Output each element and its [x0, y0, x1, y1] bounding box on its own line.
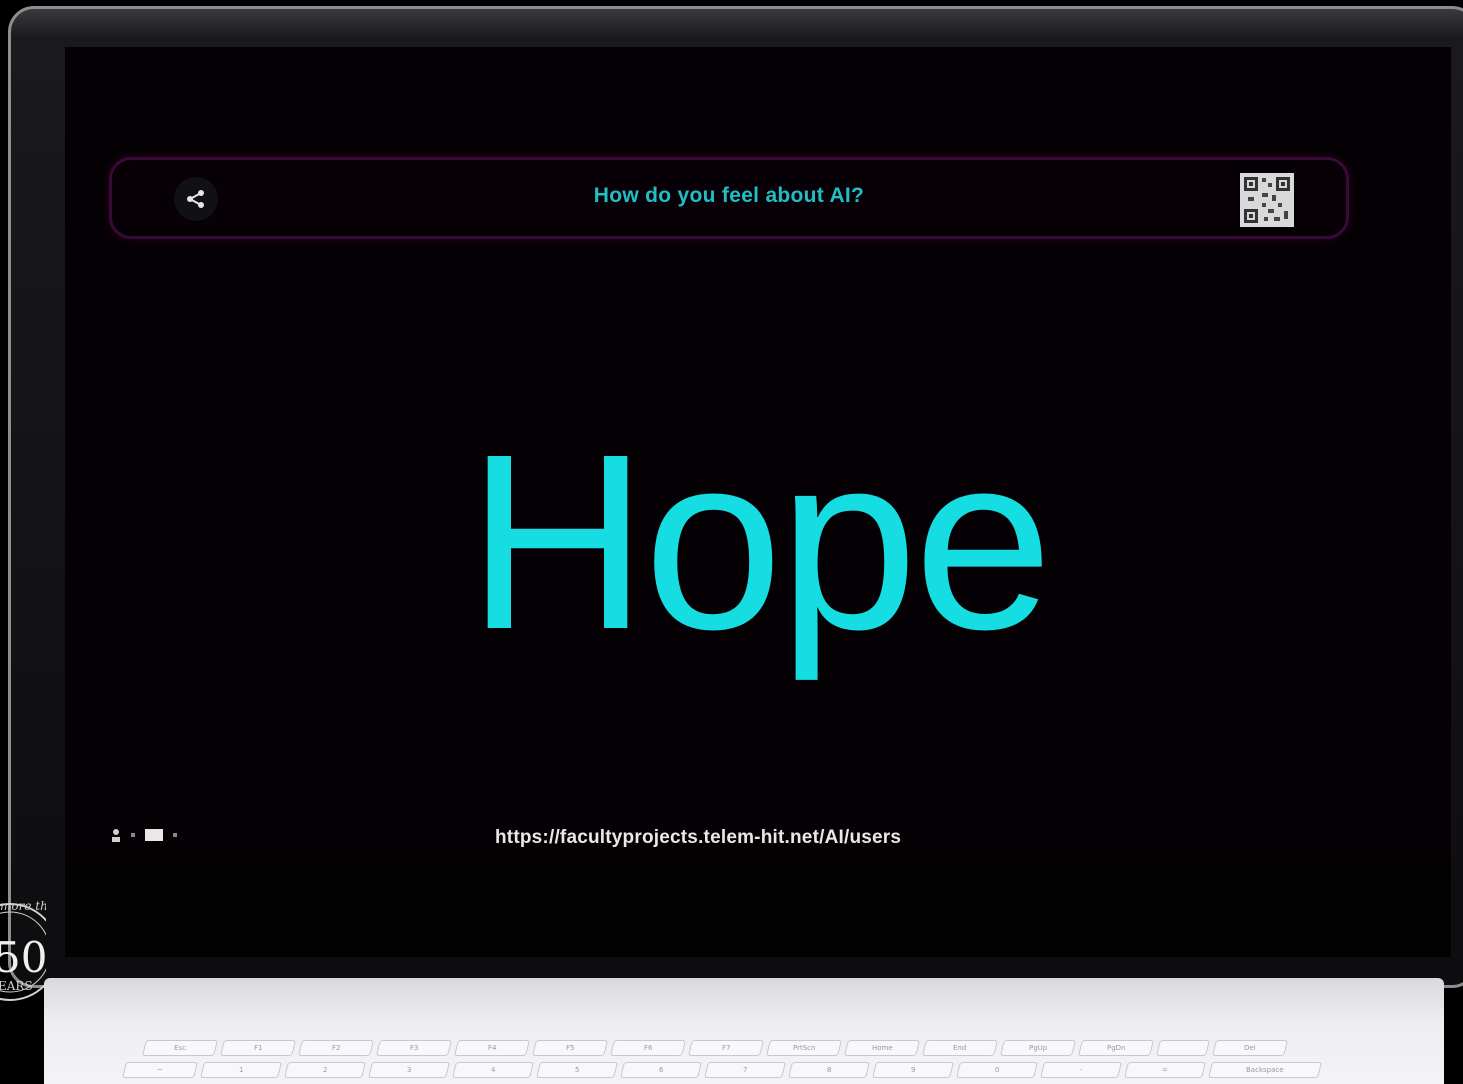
keyboard-key[interactable] — [1156, 1040, 1210, 1056]
keyboard-key[interactable]: End — [922, 1040, 998, 1056]
dot-separator — [131, 833, 135, 837]
footer-controls — [109, 827, 177, 843]
svg-text:50: 50 — [0, 933, 46, 982]
qr-code-icon — [1240, 173, 1294, 227]
keyboard-key[interactable]: - — [1040, 1062, 1122, 1078]
keyboard-key[interactable]: Backspace — [1208, 1062, 1322, 1078]
screen-icon[interactable] — [143, 827, 165, 843]
logo-icon: more th 50 EARS — [0, 899, 59, 1001]
main-word: Hope — [467, 402, 1053, 681]
keyboard-key[interactable]: 8 — [788, 1062, 870, 1078]
keyboard-key[interactable]: 5 — [536, 1062, 618, 1078]
keyboard-function-row: Esc F1 F2 F3 F4 F5 F6 F7 PrtScn Home End PgUp PgDn De… — [142, 1040, 1288, 1056]
keyboard-key[interactable]: 0 — [956, 1062, 1038, 1078]
keyboard-key[interactable]: PgDn — [1078, 1040, 1154, 1056]
keyboard-key[interactable]: F3 — [376, 1040, 452, 1056]
dot-separator — [173, 833, 177, 837]
anniversary-logo: more th 50 EARS — [0, 880, 59, 1030]
keyboard-key[interactable]: F6 — [610, 1040, 686, 1056]
page-title: How do you feel about AI? — [593, 184, 865, 207]
qr-code-button[interactable] — [1240, 173, 1294, 227]
screen-shade — [65, 862, 1451, 957]
keyboard-key[interactable]: F1 — [220, 1040, 296, 1056]
laptop-bezel: How do you feel about AI? Hope https://f… — [8, 6, 1463, 988]
keyboard-key[interactable]: = — [1124, 1062, 1206, 1078]
keyboard-key[interactable]: ~ — [122, 1062, 198, 1078]
footer-url[interactable]: https://facultyprojects.telem-hit.net/AI… — [495, 827, 901, 849]
keyboard-key[interactable]: 3 — [368, 1062, 450, 1078]
app-screen: How do you feel about AI? Hope https://f… — [65, 47, 1451, 957]
keyboard-key[interactable]: 9 — [872, 1062, 954, 1078]
keyboard-key[interactable]: PgUp — [1000, 1040, 1076, 1056]
keyboard-key[interactable]: 1 — [200, 1062, 282, 1078]
keyboard-key[interactable]: Esc — [142, 1040, 218, 1056]
keyboard-deck: Esc F1 F2 F3 F4 F5 F6 F7 PrtScn Home End PgUp PgDn De… — [44, 978, 1444, 1084]
keyboard-key[interactable]: PrtScn — [766, 1040, 842, 1056]
keyboard-key[interactable]: Home — [844, 1040, 920, 1056]
keyboard-key[interactable]: 6 — [620, 1062, 702, 1078]
svg-text:EARS: EARS — [0, 979, 33, 993]
keyboard-number-row: ~1 2 3 4 5 6 7 8 9 0- = Backspace — [122, 1062, 1322, 1078]
header-bar: How do you feel about AI? — [109, 157, 1349, 239]
svg-text:more th: more th — [0, 899, 46, 913]
keyboard-key[interactable]: F5 — [532, 1040, 608, 1056]
keyboard-key[interactable]: F4 — [454, 1040, 530, 1056]
keyboard-key[interactable]: F2 — [298, 1040, 374, 1056]
person-icon[interactable] — [109, 827, 123, 843]
keyboard-key[interactable]: 7 — [704, 1062, 786, 1078]
keyboard-key[interactable]: 2 — [284, 1062, 366, 1078]
keyboard-key[interactable]: Del — [1212, 1040, 1288, 1056]
keyboard-key[interactable]: 4 — [452, 1062, 534, 1078]
keyboard-key[interactable]: F7 — [688, 1040, 764, 1056]
